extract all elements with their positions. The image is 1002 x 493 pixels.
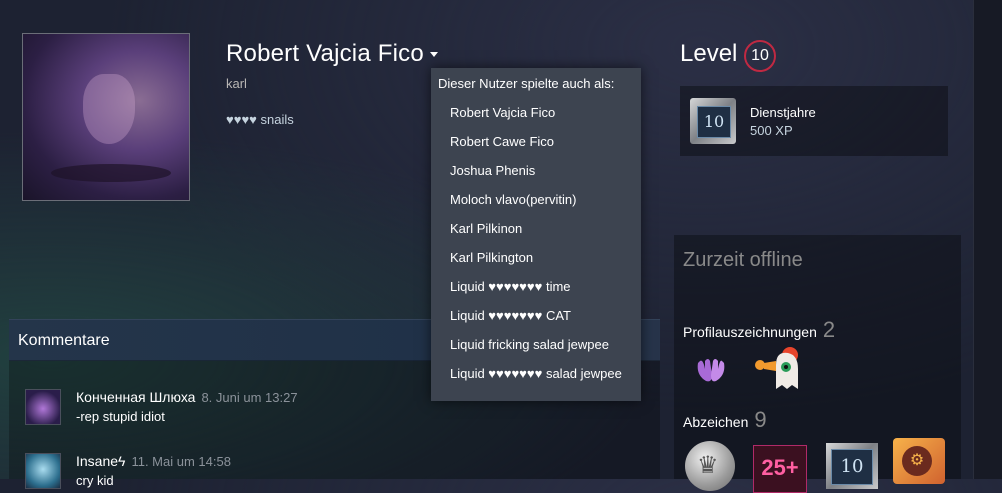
years-badge-small[interactable]: 10 — [826, 443, 878, 489]
avatar-face-detail — [83, 74, 135, 144]
rooster-award-icon[interactable] — [752, 343, 806, 393]
profile-name-button[interactable]: Robert Vajcia Fico — [226, 40, 438, 68]
comment-date: 8. Juni um 13:27 — [201, 390, 298, 405]
alias-item[interactable]: Karl Pilkinon — [450, 221, 522, 236]
alias-item[interactable]: Robert Cawe Fico — [450, 134, 554, 149]
comment-author-link[interactable]: Insaneϟ — [76, 453, 125, 469]
alias-item[interactable]: Moloch vlavo(pervitin) — [450, 192, 576, 207]
level-label: Level — [680, 40, 738, 67]
lyre-icon: ♛ — [697, 452, 719, 479]
alias-item[interactable]: Robert Vajcia Fico — [450, 105, 555, 120]
comment-header: Insaneϟ 11. Mai um 14:58 — [76, 453, 231, 469]
status-panel: Zurzeit offline Profilauszeichnungen 2 Ab… — [674, 235, 961, 493]
alias-item[interactable]: Joshua Phenis — [450, 163, 535, 178]
alias-item[interactable]: Liquid ♥♥♥♥♥♥♥ time — [450, 279, 571, 294]
comment-text: -rep stupid idiot — [76, 409, 165, 424]
alias-item[interactable]: Liquid fricking salad jewpee — [450, 337, 609, 352]
comment-avatar[interactable] — [25, 389, 61, 425]
comment-date: 11. Mai um 14:58 — [131, 454, 231, 469]
comment-text: cry kid — [76, 473, 114, 488]
awards-label: Profilauszeichnungen — [683, 324, 817, 340]
profile-avatar — [22, 33, 190, 201]
alias-item[interactable]: Liquid ♥♥♥♥♥♥♥ salad jewpee — [450, 366, 622, 381]
badges-section-link[interactable]: Abzeichen 9 — [683, 407, 767, 433]
badges-count: 9 — [754, 407, 767, 432]
steam-logo-icon: ⚙ — [902, 446, 932, 476]
level-badge[interactable]: 10 — [744, 40, 776, 72]
featured-badge-title: Dienstjahre — [750, 105, 816, 120]
right-scroll-strip — [973, 0, 1002, 479]
profile-name: Robert Vajcia Fico — [226, 40, 424, 67]
comment-avatar[interactable] — [25, 453, 61, 489]
hands-award-icon[interactable] — [694, 355, 728, 385]
comment-header: Конченная Шлюха 8. Juni um 13:27 — [76, 389, 298, 405]
alias-dropdown-header: Dieser Nutzer spielte auch als: — [438, 76, 615, 91]
alias-item[interactable]: Liquid ♥♥♥♥♥♥♥ CAT — [450, 308, 571, 323]
comment-author-link[interactable]: Конченная Шлюха — [76, 389, 195, 405]
badges-label: Abzeichen — [683, 414, 749, 430]
awards-count: 2 — [822, 317, 836, 342]
profile-summary: ♥♥♥♥ snails — [226, 112, 294, 127]
online-status: Zurzeit offline — [683, 249, 803, 271]
chevron-down-icon — [429, 52, 438, 58]
featured-badge[interactable]: 10 Dienstjahre 500 XP — [680, 86, 948, 156]
avatar-face-detail — [51, 164, 171, 182]
comments-title: Kommentare — [18, 332, 110, 349]
years-badge-icon: 10 — [690, 98, 736, 144]
years-badge-small-number: 10 — [831, 449, 873, 485]
featured-badge-xp: 500 XP — [750, 123, 793, 138]
coin-badge-icon[interactable]: ♛ — [685, 441, 735, 491]
alias-item[interactable]: Karl Pilkington — [450, 250, 533, 265]
badge-25-plus[interactable]: 25+ — [753, 445, 807, 493]
steam-badge-icon[interactable]: ⚙ — [893, 438, 945, 484]
profile-real-name: karl — [226, 76, 247, 91]
alias-dropdown: Dieser Nutzer spielte auch als: Robert V… — [431, 68, 641, 401]
years-badge-number: 10 — [697, 106, 731, 138]
awards-section-link[interactable]: Profilauszeichnungen 2 — [683, 317, 835, 343]
